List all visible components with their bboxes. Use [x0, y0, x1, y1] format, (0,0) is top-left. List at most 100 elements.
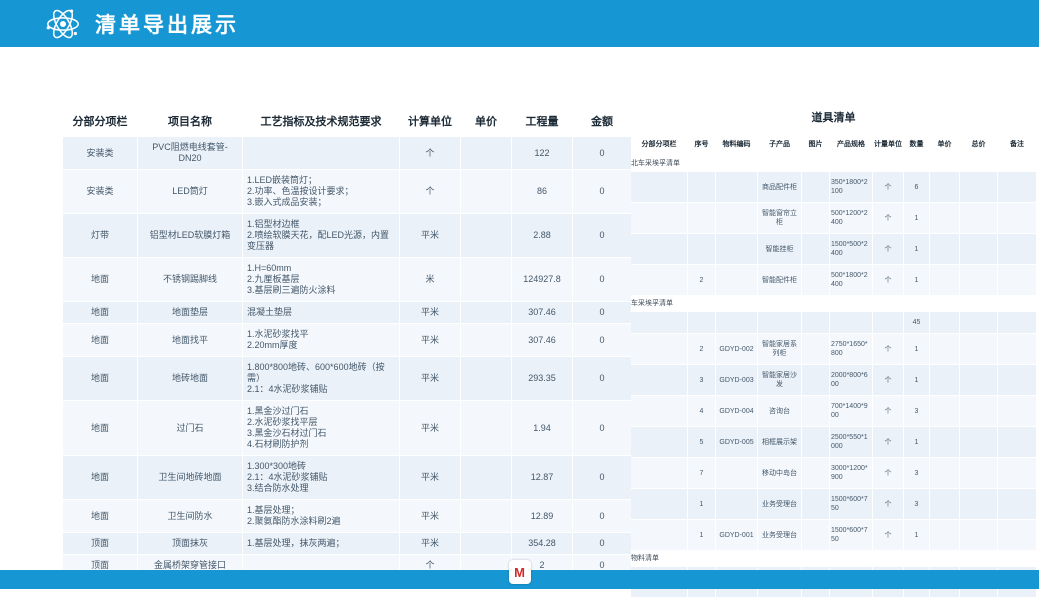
props-row: 7移动中岛台3000*1200*900个3	[631, 458, 1036, 488]
props-cell-img	[802, 312, 829, 333]
props-cell-no: 2	[688, 334, 715, 364]
props-cell-code: GDYD-005	[716, 427, 757, 457]
props-row: 1业务受理台1500*600*750个3	[631, 489, 1036, 519]
props-cell-unit: 个	[873, 203, 903, 233]
boq-cell-spec: 1.黑金沙过门石 2.水泥砂浆找平层 3.黑金沙石材过门石 4.石材刷防护剂	[243, 401, 399, 455]
props-cell-cat	[631, 334, 687, 364]
boq-cell-spec: 1.水泥砂浆找平 2.20mm厚度	[243, 324, 399, 356]
boq-cell-name: 卫生间防水	[138, 500, 242, 532]
props-cell-product: 智能家居沙发	[758, 365, 801, 395]
props-cell-qty: 45	[904, 312, 929, 333]
props-cell-img	[802, 427, 829, 457]
boq-table-body: 安装类PVC阻燃电线套管-DN20个1220安装类LED筒灯1.LED嵌装筒灯；…	[63, 137, 631, 576]
props-cell-qty: 3	[904, 489, 929, 519]
props-cell-cat	[631, 458, 687, 488]
boq-cell-amount: 0	[573, 324, 631, 356]
props-cell-unit: 个	[873, 365, 903, 395]
boq-cell-cat: 地面	[63, 258, 137, 301]
props-cell-product: 智能窗帘立柜	[758, 203, 801, 233]
props-cell-price	[930, 427, 959, 457]
boq-col-item-name: 项目名称	[138, 106, 242, 136]
boq-cell-unit: 平米	[400, 324, 460, 356]
boq-cell-price	[461, 302, 511, 323]
header-bar: 清单导出展示	[0, 0, 1039, 47]
boq-cell-spec: 1.基层处理，抹灰两遍；	[243, 533, 399, 554]
props-cell-no: 7	[688, 458, 715, 488]
boq-cell-price	[461, 137, 511, 169]
props-col-quantity: 数量	[904, 133, 929, 155]
boq-cell-price	[461, 456, 511, 499]
boq-cell-cat: 安装类	[63, 170, 137, 213]
boq-cell-amount: 0	[573, 214, 631, 257]
boq-cell-name: 地面找平	[138, 324, 242, 356]
boq-cell-price	[461, 500, 511, 532]
props-cell-qty: 1	[904, 334, 929, 364]
props-cell-total	[960, 365, 997, 395]
props-cell-img	[802, 489, 829, 519]
props-section-label: 北车采埃孚清单	[631, 156, 1036, 171]
props-cell-qty: 1	[904, 234, 929, 264]
props-cell-note	[998, 203, 1036, 233]
boq-row: 地面卫生间地砖地面1.300*300地砖 2.1：4水泥砂浆铺贴 3.结合防水处…	[63, 456, 631, 499]
boq-table: 分部分项栏 项目名称 工艺指标及技术规范要求 计算单位 单价 工程量 金额 安装…	[62, 105, 632, 577]
props-table-body: 北车采埃孚清单商品配件柜350*1800*2100个6智能窗帘立柜500*120…	[631, 156, 1036, 597]
footer-logo-glyph: M	[514, 566, 525, 579]
props-col-image: 图片	[802, 133, 829, 155]
boq-row: 地面地面垫层混凝土垫层平米307.460	[63, 302, 631, 323]
props-cell-spec: 700*1400*900	[830, 396, 872, 426]
props-cell-spec: 500*1200*2400	[830, 203, 872, 233]
props-cell-img	[802, 334, 829, 364]
boq-row: 地面地面找平1.水泥砂浆找平 2.20mm厚度平米307.460	[63, 324, 631, 356]
props-cell-note	[998, 458, 1036, 488]
props-cell-unit: 个	[873, 265, 903, 295]
boq-cell-name: 过门石	[138, 401, 242, 455]
props-cell-product: 业务受理台	[758, 520, 801, 550]
props-col-spec: 产品规格	[830, 133, 872, 155]
boq-row: 灯带铝型材LED软膜灯箱1.铝型材边框 2.喷绘软膜天花，配LED光源，内置变压…	[63, 214, 631, 257]
boq-cell-cat: 地面	[63, 302, 137, 323]
boq-header-row: 分部分项栏 项目名称 工艺指标及技术规范要求 计算单位 单价 工程量 金额	[63, 106, 631, 136]
boq-cell-cat: 地面	[63, 357, 137, 400]
boq-cell-qty: 122	[512, 137, 572, 169]
boq-cell-amount: 0	[573, 258, 631, 301]
props-col-note: 备注	[998, 133, 1036, 155]
props-cell-unit: 个	[873, 520, 903, 550]
props-cell-qty: 3	[904, 396, 929, 426]
props-cell-code	[716, 489, 757, 519]
props-cell-unit: 个	[873, 396, 903, 426]
boq-cell-price	[461, 258, 511, 301]
boq-col-unit: 计算单位	[400, 106, 460, 136]
props-table-title: 道具清单	[630, 105, 1037, 132]
props-row: 4GDYD-004咨询台700*1400*900个3	[631, 396, 1036, 426]
boq-cell-unit: 米	[400, 258, 460, 301]
props-cell-img	[802, 265, 829, 295]
props-col-sub-product: 子产品	[758, 133, 801, 155]
props-cell-no: 5	[688, 427, 715, 457]
props-col-category: 分部分项栏	[631, 133, 687, 155]
props-cell-spec: 1500*600*750	[830, 520, 872, 550]
props-row: 3GDYD-003智能家居沙发2000*800*600个1	[631, 365, 1036, 395]
boq-cell-spec: 1.H=60mm 2.九厘板基层 3.基层刷三遍防火涂料	[243, 258, 399, 301]
props-cell-cat	[631, 520, 687, 550]
props-row: 1GDYD-001业务受理台1500*600*750个1	[631, 520, 1036, 550]
props-cell-note	[998, 334, 1036, 364]
props-cell-total	[960, 489, 997, 519]
boq-cell-name: LED筒灯	[138, 170, 242, 213]
boq-row: 顶面顶面抹灰1.基层处理，抹灰两遍；平米354.280	[63, 533, 631, 554]
boq-cell-cat: 地面	[63, 500, 137, 532]
props-section-label: 物料清单	[631, 551, 1036, 566]
props-cell-note	[998, 489, 1036, 519]
boq-col-spec: 工艺指标及技术规范要求	[243, 106, 399, 136]
props-cell-spec: 1500*600*750	[830, 489, 872, 519]
props-cell-qty: 1	[904, 265, 929, 295]
props-cell-price	[930, 365, 959, 395]
boq-cell-spec	[243, 137, 399, 169]
props-cell-img	[802, 520, 829, 550]
boq-row: 安装类PVC阻燃电线套管-DN20个1220	[63, 137, 631, 169]
boq-cell-amount: 0	[573, 137, 631, 169]
props-cell-total	[960, 396, 997, 426]
props-cell-code: GDYD-003	[716, 365, 757, 395]
props-cell-product: 智能挂柜	[758, 234, 801, 264]
props-cell-note	[998, 234, 1036, 264]
boq-cell-amount: 0	[573, 357, 631, 400]
